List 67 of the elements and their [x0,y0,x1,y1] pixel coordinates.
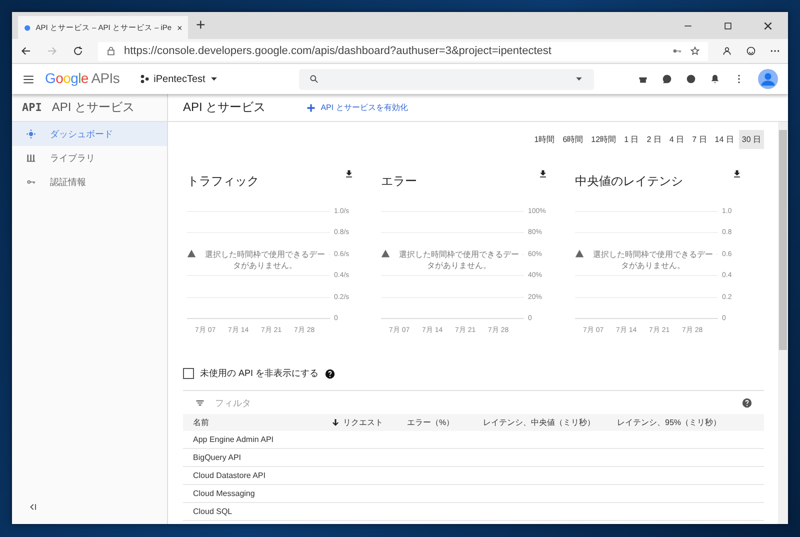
sidebar-item[interactable]: 認証情報 [12,170,167,194]
feedback-icon[interactable] [662,74,672,84]
time-range-tab[interactable]: 1時間 [531,130,558,149]
maximize-icon[interactable] [723,20,733,30]
no-data-message: 選択した時間枠で使用できるデータがありません。 [398,249,520,271]
sidebar-title: API とサービス [52,99,135,116]
column-header[interactable]: エラー（%） [397,414,473,431]
time-range-tab[interactable]: 1 日 [621,130,642,149]
table-cell: App Engine Admin API [183,431,321,449]
chart-title: エラー [381,173,417,190]
time-range-tab[interactable]: 30 日 [738,130,764,149]
download-icon[interactable] [732,169,742,179]
profile-icon[interactable] [722,46,732,56]
back-icon[interactable] [20,45,32,57]
plus-icon [306,102,316,112]
column-header[interactable]: レイテンシ、95%（ミリ秒） [607,414,764,431]
enable-api-button[interactable]: API とサービスを有効化 [306,102,408,113]
star-icon [690,46,700,56]
no-data-message: 選択した時間枠で使用できるデータがありません。 [204,249,326,271]
table-cell: Cloud Datastore API [183,467,321,485]
refresh-icon[interactable] [72,45,84,57]
filter-icon [195,398,205,408]
close-icon [176,24,182,32]
close-icon[interactable] [763,20,773,30]
g-favicon-icon [24,22,31,32]
download-icon[interactable] [344,169,354,179]
table-cell: Cloud Messaging [183,485,321,503]
warning-icon [575,249,584,258]
project-selector[interactable]: iPentecTest [140,74,220,84]
collapse-icon[interactable] [28,502,38,512]
api-logo: API [22,101,42,114]
sidebar-item[interactable]: ライブラリ [12,146,167,170]
dashboard-icon [26,129,36,139]
chart-title: 中央値のレイテンシ [575,173,683,190]
checkbox[interactable] [183,368,194,379]
sort-arrow-icon [331,418,340,427]
notifications-icon[interactable] [710,74,720,84]
time-range-tab[interactable]: 2 日 [644,130,664,149]
table-cell: BigQuery API [183,449,321,467]
checkbox-label: 未使用の API を非表示にする [200,367,319,380]
page-title: API とサービス [183,99,266,116]
time-range-tab[interactable]: 6時間 [560,130,586,149]
chart-title: トラフィック [187,173,259,190]
table-cell: Cloud SQL [183,503,321,521]
time-range-tab[interactable]: 7 日 [689,130,710,149]
warning-icon [381,249,390,258]
address-field[interactable]: https://console.developers.google.com/apis/dashboard?authuser=3&project=ipentectest [98,42,708,60]
download-icon[interactable] [538,169,548,179]
library-icon [26,153,36,163]
time-range-tab[interactable]: 4 日 [666,130,688,149]
time-range-tab[interactable]: 14 日 [712,130,737,149]
google-apis-logo[interactable]: Google APIs [45,70,120,88]
dots-icon [140,74,150,84]
time-range-tab[interactable]: 12時間 [588,130,620,149]
scrollbar[interactable] [779,130,787,350]
no-data-message: 選択した時間枠で使用できるデータがありません。 [592,249,714,271]
column-header[interactable]: リクエスト [321,414,397,431]
search-field[interactable] [299,68,594,90]
column-header[interactable]: 名前 [183,414,321,431]
search-icon [309,74,320,84]
warning-icon [187,249,196,258]
smiley-icon[interactable] [746,46,756,56]
column-header[interactable]: レイテンシ、中央値（ミリ秒） [473,414,607,431]
lock-icon [106,46,116,56]
avatar[interactable] [758,69,778,89]
new-tab-button[interactable]: + [196,17,206,35]
menu-icon[interactable] [22,72,35,86]
